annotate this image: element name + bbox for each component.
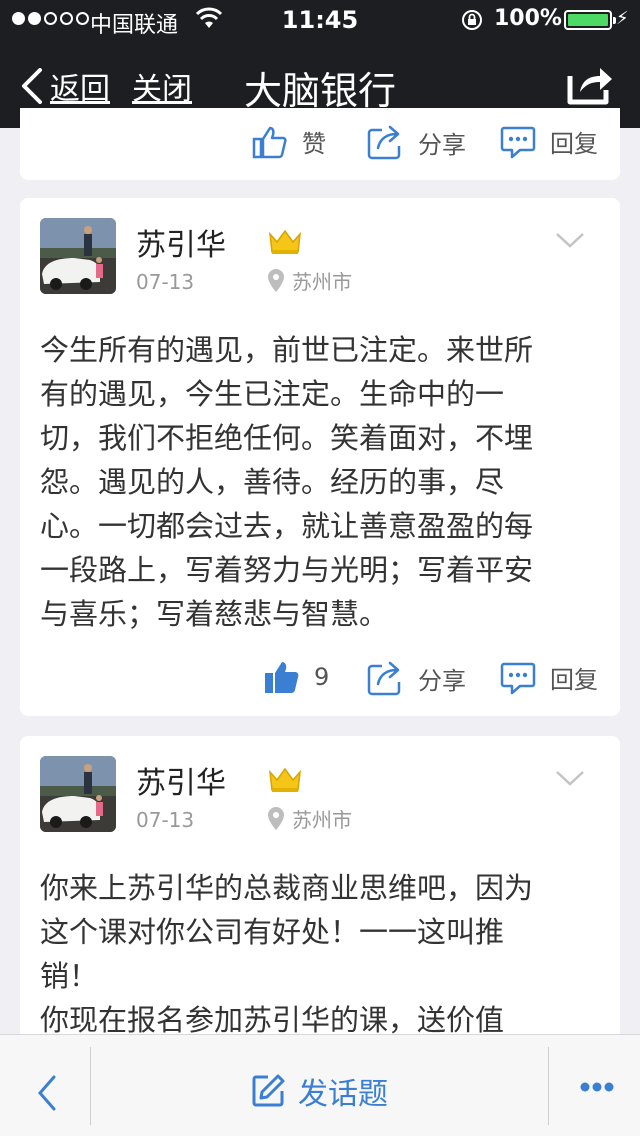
thumbs-up-filled-icon	[265, 662, 299, 693]
share-label: 分享	[418, 130, 466, 159]
battery-icon	[564, 10, 616, 30]
rotation-lock-icon	[462, 10, 482, 30]
divider	[90, 1047, 91, 1125]
post-location: 苏州市	[266, 804, 352, 833]
reply-label: 回复	[550, 666, 598, 694]
edit-icon	[252, 1074, 285, 1107]
crown-icon	[268, 229, 302, 254]
share-icon	[367, 661, 401, 696]
avatar[interactable]	[40, 218, 116, 294]
post-location: 苏州市	[266, 266, 352, 295]
back-button[interactable]: 返回	[18, 64, 110, 108]
new-topic-button[interactable]: 发话题	[250, 1069, 388, 1113]
chevron-down-icon[interactable]	[554, 230, 586, 250]
post-date: 07-13	[136, 808, 195, 832]
post-actions: 赞 分享 回复	[20, 124, 620, 164]
battery-percent: 100%	[494, 6, 562, 31]
page-title: 大脑银行	[243, 69, 396, 113]
post-content: 今生所有的遇见，前世已注定。来世所 有的遇见，今生已注定。生命中的一 切，我们不…	[40, 333, 534, 631]
share-button[interactable]: 分享	[366, 124, 466, 160]
comment-icon	[500, 126, 536, 158]
reply-button[interactable]: 回复	[500, 660, 598, 695]
avatar-image	[40, 218, 116, 294]
avatar-image	[40, 756, 116, 832]
author-name[interactable]: 苏引华	[136, 758, 226, 802]
divider	[548, 1047, 549, 1125]
avatar[interactable]	[40, 756, 116, 832]
location-label: 苏州市	[292, 808, 352, 832]
bottom-toolbar: 发话题	[0, 1034, 640, 1136]
new-topic-label: 发话题	[298, 1077, 388, 1112]
thumbs-up-icon	[252, 126, 287, 158]
status-bar: 中国联通 11:45 100% ⚡	[0, 0, 640, 40]
post-card: 苏引华 07-13 苏州市 你来上苏引华的总裁商业思维吧，因为 这个课对你公司有…	[20, 736, 620, 1037]
post-actions: 9 分享 回复	[20, 660, 620, 700]
reply-button[interactable]: 回复	[500, 124, 598, 159]
share-label: 分享	[418, 666, 466, 695]
back-label: 返回	[50, 72, 110, 107]
share-button[interactable]: 分享	[366, 660, 466, 696]
charging-icon: ⚡	[616, 8, 629, 29]
reply-label: 回复	[550, 130, 598, 158]
location-label: 苏州市	[292, 270, 352, 294]
like-button[interactable]: 赞	[252, 124, 326, 159]
author-name[interactable]: 苏引华	[136, 220, 226, 264]
comment-icon	[500, 662, 536, 694]
post-header: 苏引华 07-13 苏州市	[40, 218, 600, 298]
share-icon	[367, 125, 401, 160]
like-count: 9	[314, 663, 330, 691]
chevron-left-icon	[22, 68, 42, 104]
location-pin-icon	[268, 806, 284, 830]
previous-post-card: 赞 分享 回复	[20, 108, 620, 180]
like-button[interactable]: 9	[264, 660, 329, 694]
post-content: 你来上苏引华的总裁商业思维吧，因为 这个课对你公司有好处！一一这叫推 销！ 你现…	[40, 871, 534, 1037]
post-card: 苏引华 07-13 苏州市 今生所有的遇见，前世已注定。来世所 有的遇见，今生已…	[20, 198, 620, 716]
chevron-left-icon[interactable]	[34, 1073, 58, 1113]
post-header: 苏引华 07-13 苏州市	[40, 756, 600, 836]
chevron-down-icon[interactable]	[554, 768, 586, 788]
crown-icon	[268, 767, 302, 792]
close-button[interactable]: 关闭	[132, 64, 192, 108]
like-label: 赞	[302, 130, 326, 158]
post-date: 07-13	[136, 270, 195, 294]
location-pin-icon	[268, 268, 284, 292]
share-icon[interactable]	[566, 62, 614, 106]
more-icon[interactable]	[580, 1081, 614, 1093]
